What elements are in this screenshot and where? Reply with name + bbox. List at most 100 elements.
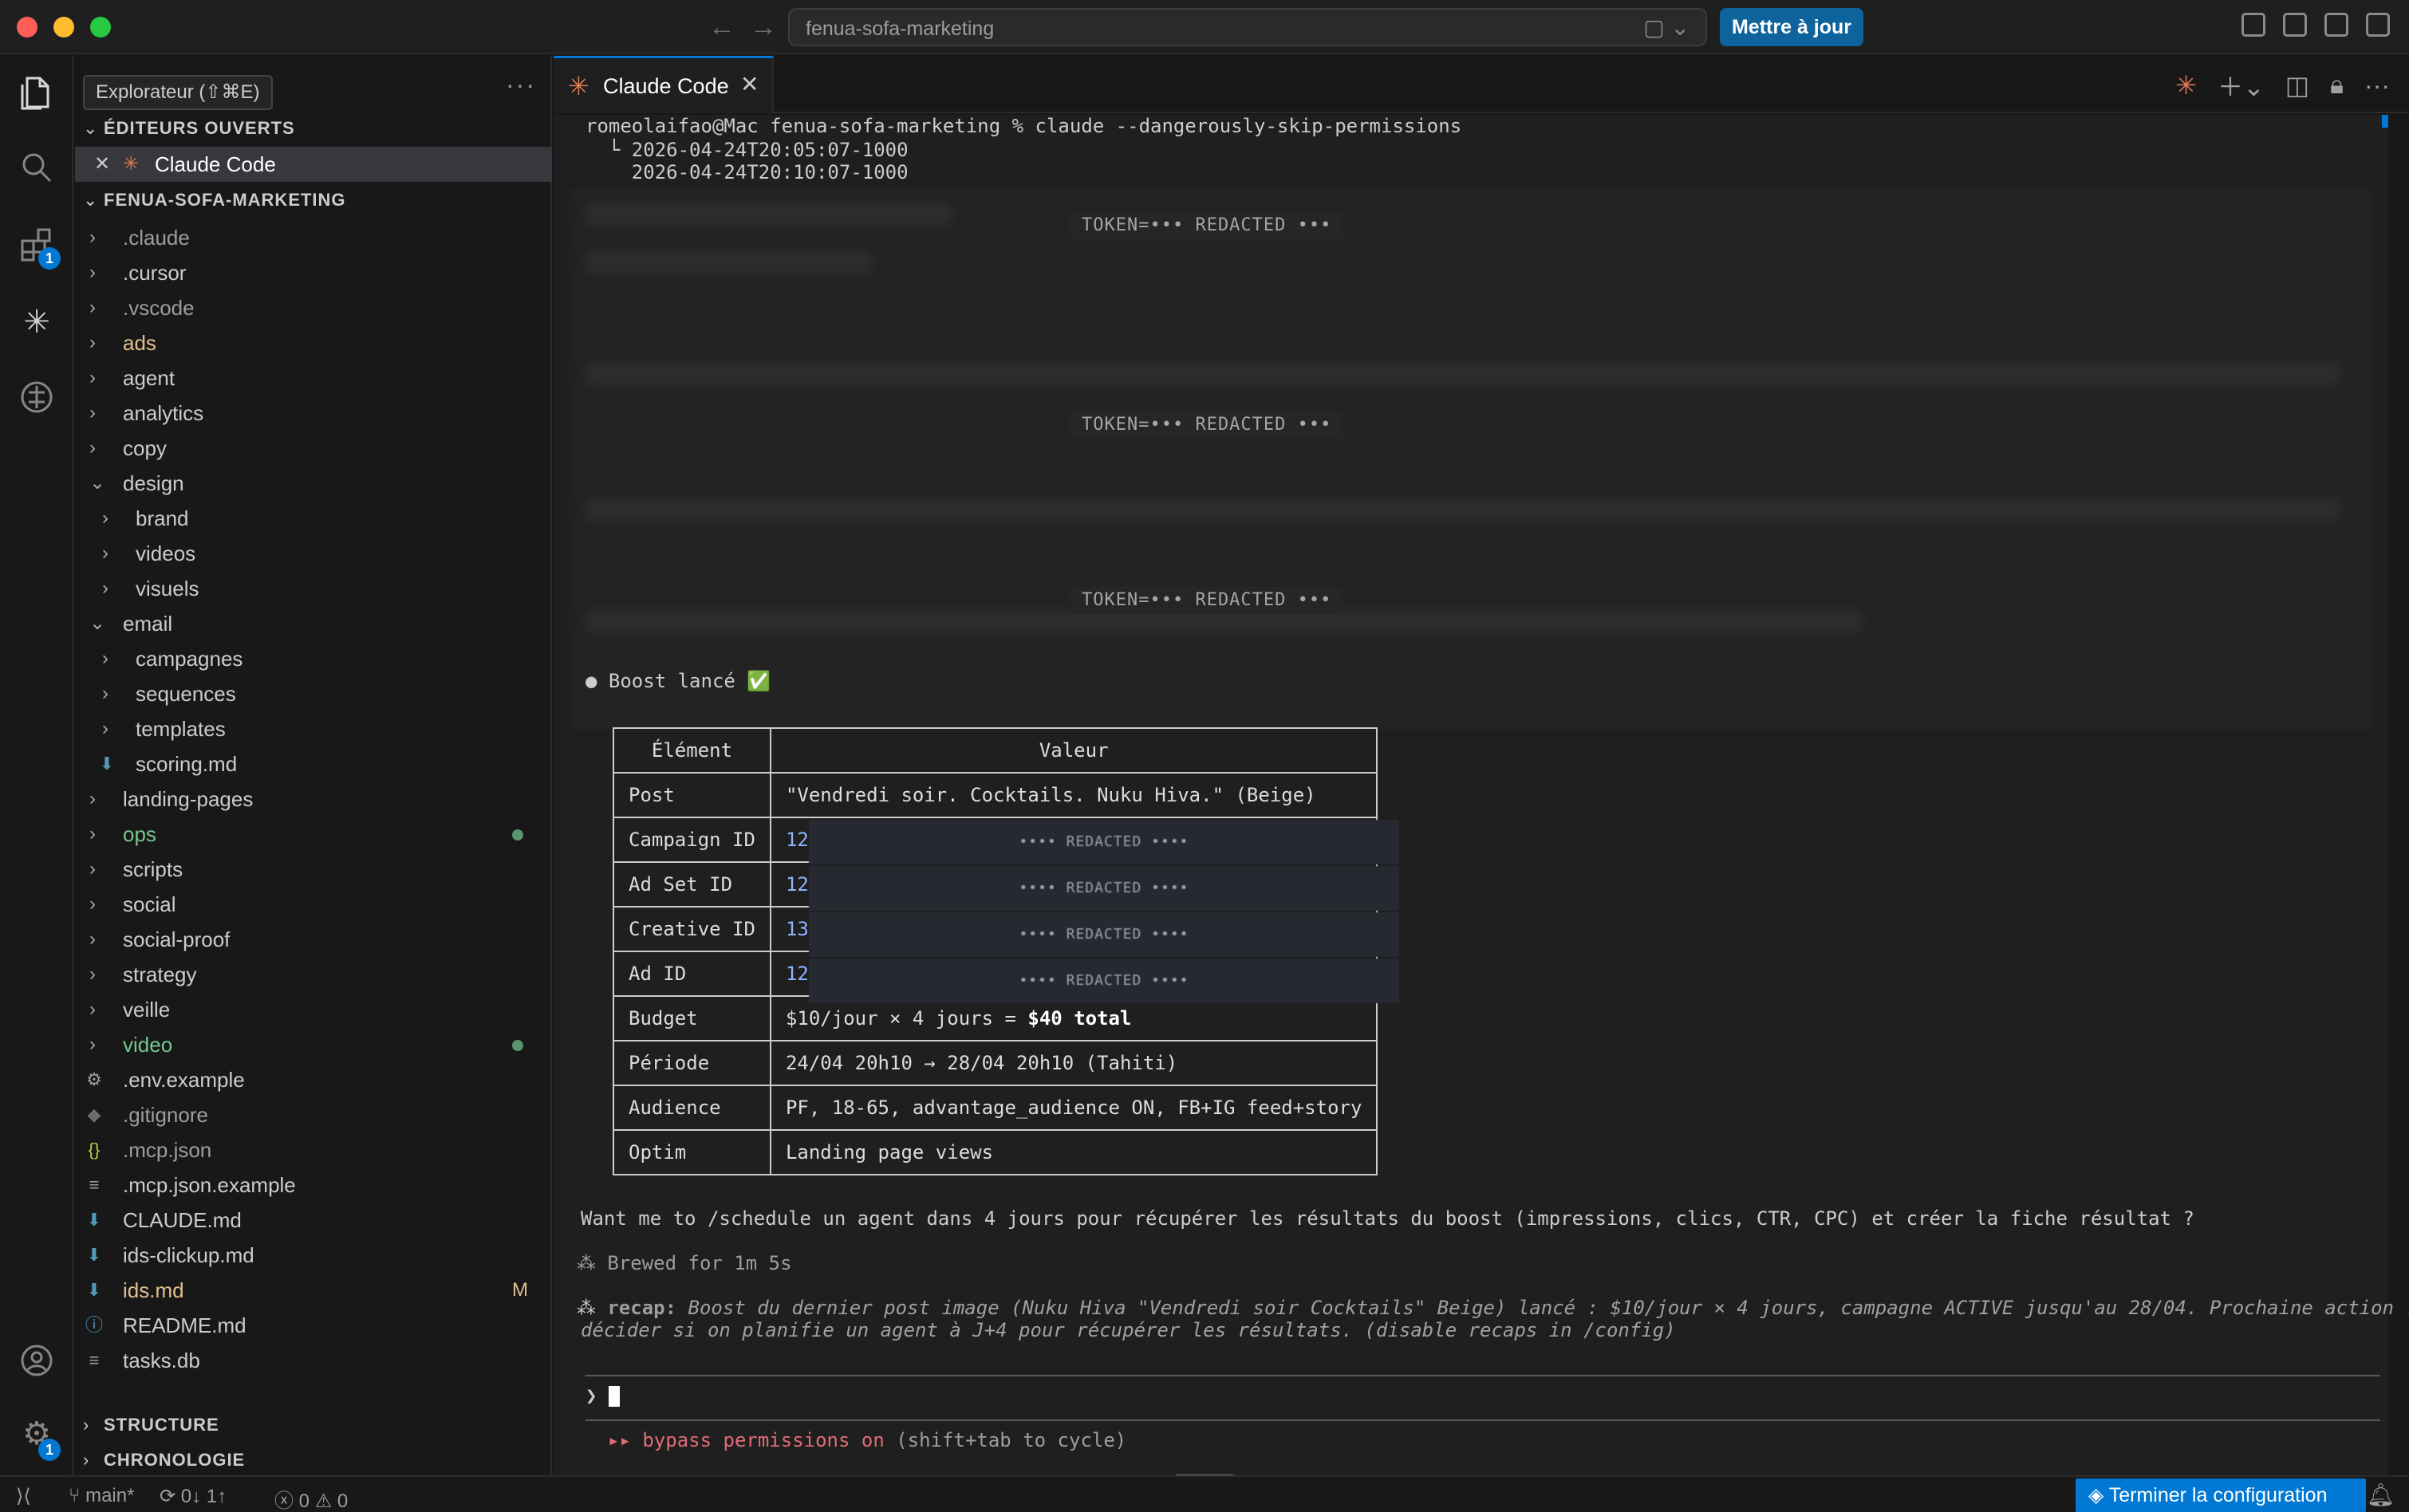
finish-setup-button[interactable]: ◈ Terminer la configuration: [2076, 1479, 2366, 1512]
tree-item-label: templates: [136, 717, 226, 741]
forward-arrow-icon[interactable]: →: [750, 11, 777, 43]
project-header[interactable]: ⌄ FENUA-SOFA-MARKETING: [83, 190, 346, 211]
terminal-panel[interactable]: romeolaifao@Mac fenua-sofa-marketing % c…: [554, 115, 2409, 1475]
tree-item[interactable]: › visuels: [75, 571, 552, 606]
tree-item[interactable]: ⌄ design: [75, 466, 552, 501]
tree-item-label: video: [123, 1033, 173, 1057]
chevron-right-icon: ›: [102, 542, 108, 564]
tree-item[interactable]: › ads: [75, 325, 552, 360]
chat-icon[interactable]: ▢ ⌄: [1643, 14, 1689, 41]
chevron-down-icon: ⌄: [83, 118, 99, 138]
redacted-id: •••• REDACTED ••••: [809, 959, 1399, 1003]
tree-item[interactable]: ⌄ email: [75, 606, 552, 641]
maximize-window-button[interactable]: [90, 17, 111, 37]
claude-icon[interactable]: ✳: [18, 303, 56, 341]
command-center[interactable]: fenua-sofa-marketing ▢ ⌄: [788, 8, 1707, 46]
modified-dot: [512, 1040, 523, 1051]
markdown-icon: ⬇: [86, 1280, 102, 1300]
tree-item[interactable]: › social-proof: [75, 922, 552, 957]
tree-item-label: landing-pages: [123, 787, 254, 811]
chevron-right-icon: ›: [102, 718, 108, 739]
tree-item[interactable]: › templates: [75, 711, 552, 746]
problems-indicator[interactable]: ⓧ 0 ⚠ 0: [274, 1485, 348, 1512]
blurred-text: [585, 203, 952, 226]
tree-item[interactable]: › strategy: [75, 957, 552, 992]
tree-item[interactable]: ⬇ ids.md M: [75, 1273, 552, 1308]
close-icon[interactable]: ✕: [91, 147, 113, 182]
more-actions-icon[interactable]: ···: [506, 70, 536, 100]
tree-item[interactable]: › video: [75, 1027, 552, 1062]
tree-item[interactable]: › sequences: [75, 676, 552, 711]
tree-item[interactable]: ⬇ ids-clickup.md: [75, 1238, 552, 1273]
close-tab-icon[interactable]: ✕: [740, 71, 759, 97]
bypass-arrows-icon: ▸▸: [608, 1429, 631, 1451]
toggle-sidebar-icon[interactable]: [2283, 13, 2307, 37]
toggle-panel-icon[interactable]: [2324, 13, 2348, 37]
blurred-text: [585, 362, 2340, 386]
account-icon[interactable]: [18, 1343, 56, 1381]
divider: [585, 1375, 2380, 1376]
customize-layout-icon[interactable]: [2241, 13, 2265, 37]
explorer-sidebar: Explorateur (⇧⌘E) ··· ⌄ ÉDITEURS OUVERTS …: [75, 56, 552, 1475]
tree-item[interactable]: {} .mcp.json: [75, 1132, 552, 1167]
toggle-secondary-sidebar-icon[interactable]: [2366, 13, 2390, 37]
tree-item[interactable]: › landing-pages: [75, 782, 552, 817]
tree-item[interactable]: › campagnes: [75, 641, 552, 676]
input-line[interactable]: ❯: [585, 1384, 620, 1407]
tree-item[interactable]: ⓘ README.md: [75, 1308, 552, 1343]
tab-claude-code[interactable]: ✳ Claude Code ✕: [554, 56, 774, 113]
finish-setup-label: Terminer la configuration: [2108, 1484, 2328, 1506]
bell-icon[interactable]: 🔔︎: [2366, 1482, 2395, 1508]
open-editors-header[interactable]: ⌄ ÉDITEURS OUVERTS: [83, 118, 295, 139]
tree-item[interactable]: ◆ .gitignore: [75, 1097, 552, 1132]
redacted-id: •••• REDACTED ••••: [809, 820, 1399, 864]
branch-indicator[interactable]: ⑂ main*: [69, 1485, 134, 1507]
tree-item[interactable]: › .cursor: [75, 255, 552, 290]
git-status-badge: M: [512, 1279, 528, 1301]
search-icon[interactable]: [18, 150, 56, 188]
lock-icon[interactable]: 🔒︎: [2330, 70, 2344, 100]
tree-item-label: agent: [123, 366, 175, 390]
scrollbar-marker[interactable]: [2382, 115, 2388, 128]
tree-item[interactable]: › veille: [75, 992, 552, 1027]
explorer-icon[interactable]: [18, 73, 56, 112]
bypass-label: bypass permissions on: [642, 1429, 885, 1451]
editor-tab-bar: ✳ Claude Code ✕ ✳ ＋⌄ ◫ 🔒︎ ···: [554, 56, 2409, 113]
tree-item-label: tasks.db: [123, 1349, 200, 1372]
tree-item[interactable]: › .claude: [75, 220, 552, 255]
tree-item[interactable]: › scripts: [75, 852, 552, 887]
tree-item[interactable]: › analytics: [75, 396, 552, 431]
remote-icon[interactable]: ⟩⟨: [16, 1485, 31, 1508]
tree-item[interactable]: ⚙ .env.example: [75, 1062, 552, 1097]
tree-item-label: veille: [123, 998, 171, 1022]
split-editor-icon[interactable]: ◫: [2285, 70, 2309, 100]
bypass-hint: (shift+tab to cycle): [896, 1429, 1127, 1451]
tree-item-label: strategy: [123, 963, 197, 986]
sync-indicator[interactable]: ⟳ 0↓ 1↑: [160, 1485, 227, 1508]
remote-explorer-icon[interactable]: [18, 380, 56, 418]
more-actions-icon[interactable]: ···: [2364, 71, 2390, 100]
structure-header[interactable]: › STRUCTURE: [83, 1415, 219, 1435]
chevron-down-icon: ⌄: [89, 612, 106, 634]
tree-item[interactable]: › .vscode: [75, 290, 552, 325]
minimize-window-button[interactable]: [53, 17, 74, 37]
tree-item[interactable]: ≡ tasks.db: [75, 1343, 552, 1378]
tree-item[interactable]: › agent: [75, 360, 552, 396]
back-arrow-icon[interactable]: ←: [708, 11, 735, 43]
open-editor-claude-code[interactable]: ✕ ✳ Claude Code: [75, 147, 552, 182]
tree-item[interactable]: › videos: [75, 536, 552, 571]
tree-item[interactable]: ⬇ scoring.md: [75, 746, 552, 782]
new-terminal-icon[interactable]: ＋⌄: [2218, 67, 2265, 104]
timeline-header[interactable]: › CHRONOLOGIE: [83, 1450, 245, 1471]
update-button[interactable]: Mettre à jour: [1720, 8, 1863, 46]
tree-item[interactable]: › ops: [75, 817, 552, 852]
tree-item[interactable]: › copy: [75, 431, 552, 466]
chevron-down-icon: ⌄: [89, 472, 106, 494]
tree-item[interactable]: › brand: [75, 501, 552, 536]
tree-item[interactable]: ⬇ CLAUDE.md: [75, 1203, 552, 1238]
tree-item[interactable]: › social: [75, 887, 552, 922]
claude-star-icon[interactable]: ✳: [2175, 70, 2197, 100]
chevron-right-icon: ›: [83, 1415, 90, 1435]
close-window-button[interactable]: [17, 17, 37, 37]
tree-item[interactable]: ≡ .mcp.json.example: [75, 1167, 552, 1203]
